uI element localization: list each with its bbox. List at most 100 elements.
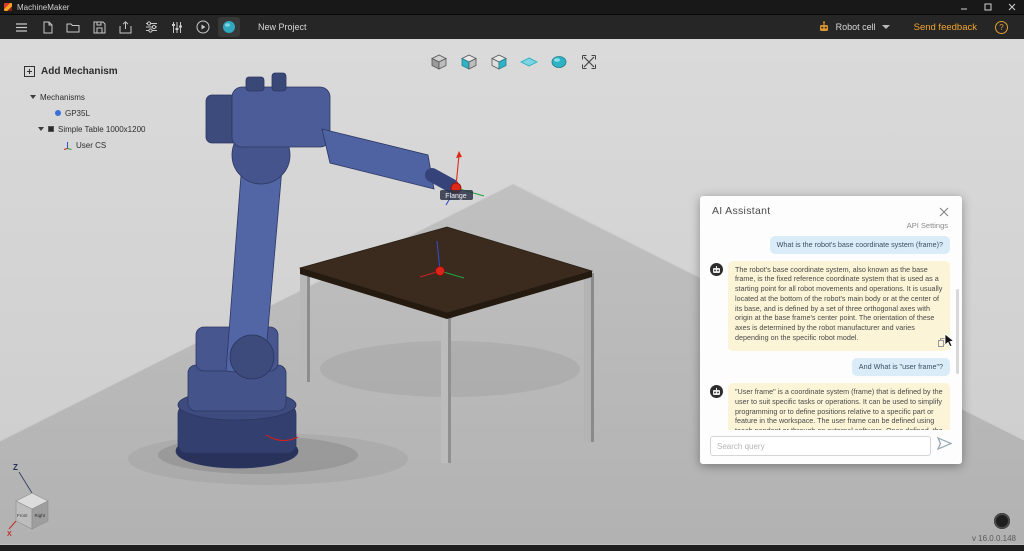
maximize-button[interactable] [976, 0, 1000, 14]
view-3d-button[interactable] [218, 17, 240, 37]
fit-view-button[interactable] [578, 51, 600, 73]
tree-node-robot[interactable]: GP35L [0, 105, 220, 121]
chat-scrollbar[interactable] [956, 289, 959, 374]
assistant-avatar-icon [710, 385, 723, 398]
profile-button[interactable] [994, 513, 1010, 529]
cube-iso-icon [430, 53, 448, 71]
tree-node-table[interactable]: Simple Table 1000x1200 [0, 121, 220, 137]
play-circle-icon [196, 20, 210, 34]
app-window: MachineMaker [0, 0, 1024, 551]
minimize-button[interactable] [952, 0, 976, 14]
sliders-vertical-icon [171, 21, 183, 34]
tree-item-label: Simple Table 1000x1200 [58, 125, 145, 134]
maximize-icon [984, 3, 992, 11]
app-title: MachineMaker [17, 3, 69, 12]
save-icon [93, 21, 106, 34]
send-feedback-link[interactable]: Send feedback [914, 22, 977, 33]
assistant-message-text: "User frame" is a coordinate system (fra… [735, 387, 943, 430]
add-mechanism-label: Add Mechanism [41, 66, 118, 77]
close-icon [1008, 3, 1016, 11]
tree-root-label: Mechanisms [40, 93, 85, 102]
side-view-button[interactable] [488, 51, 510, 73]
menu-button[interactable] [10, 17, 32, 37]
close-icon [938, 206, 950, 218]
caret-down-icon[interactable] [38, 127, 44, 131]
save-button[interactable] [88, 17, 110, 37]
chat-message-assistant: "User frame" is a coordinate system (fra… [710, 383, 950, 430]
chat-message-user: What is the robot's base coordinate syst… [710, 236, 950, 254]
perspective-button[interactable] [548, 51, 570, 73]
assistant-message-bubble: "User frame" is a coordinate system (fra… [728, 383, 950, 430]
caret-down-icon[interactable] [30, 95, 36, 99]
sphere-view-icon [550, 53, 568, 71]
cube-front-icon [460, 53, 478, 71]
api-settings-link[interactable]: API Settings [700, 219, 962, 234]
minimize-icon [960, 3, 968, 11]
tune-button[interactable] [140, 17, 162, 37]
titlebar: MachineMaker [0, 0, 1024, 14]
ai-close-button[interactable] [938, 205, 950, 217]
tree-node-mechanisms[interactable]: Mechanisms [0, 89, 220, 105]
gizmo-x-label: X [7, 531, 12, 536]
user-message-bubble: What is the robot's base coordinate syst… [770, 236, 950, 254]
new-file-button[interactable] [36, 17, 58, 37]
sphere-icon [222, 20, 236, 34]
robot-cell-label: Robot cell [836, 22, 876, 32]
gizmo-z-label: Z [13, 463, 18, 472]
chat-message-assistant: The robot's base coordinate system, also… [710, 261, 950, 352]
ai-panel-title: AI Assistant [712, 205, 770, 217]
mechanism-panel: Add Mechanism Mechanisms GP35L Simple Ta… [0, 63, 220, 153]
chat-message-list[interactable]: What is the robot's base coordinate syst… [700, 234, 962, 430]
new-file-icon [41, 21, 54, 34]
simulate-button[interactable] [192, 17, 214, 37]
chat-input-row [710, 436, 952, 456]
plane-icon [520, 53, 538, 71]
table-item-icon [48, 126, 54, 132]
robot-icon [818, 21, 830, 33]
tree-item-label: User CS [76, 141, 106, 150]
open-project-button[interactable] [62, 17, 84, 37]
bottom-strip [0, 545, 1024, 551]
robot-item-icon [55, 110, 61, 116]
version-label: v 16.0.0.148 [972, 534, 1016, 543]
user-message-bubble: And What is "user frame"? [852, 358, 950, 376]
export-button[interactable] [114, 17, 136, 37]
iso-view-button[interactable] [428, 51, 450, 73]
top-view-button[interactable] [518, 51, 540, 73]
assistant-message-bubble: The robot's base coordinate system, also… [728, 261, 950, 352]
orientation-gizmo[interactable]: Z Front Right X [6, 460, 70, 541]
chat-message-user: And What is "user frame"? [710, 358, 950, 376]
project-name: New Project [258, 22, 307, 32]
sliders-icon [145, 21, 158, 33]
ai-assistant-panel: AI Assistant API Settings What is the ro… [700, 196, 962, 464]
expand-arrows-icon [580, 53, 598, 71]
gizmo-right-label: Right [35, 513, 46, 518]
mouse-cursor [944, 333, 955, 348]
export-icon [119, 21, 132, 34]
hamburger-icon [15, 22, 28, 33]
viewport: Flange Add Mechanism Mechanisms GP35L [0, 39, 1024, 545]
folder-icon [66, 21, 80, 33]
flange-label: Flange [445, 193, 467, 200]
front-view-button[interactable] [458, 51, 480, 73]
assistant-message-text: The robot's base coordinate system, also… [735, 265, 942, 342]
tree-node-user-cs[interactable]: User CS [0, 137, 220, 153]
coordinate-system-icon [63, 141, 72, 150]
close-button[interactable] [1000, 0, 1024, 14]
chat-input[interactable] [710, 436, 931, 456]
send-icon [937, 437, 952, 450]
add-mechanism-button[interactable]: Add Mechanism [0, 63, 220, 79]
tree-item-label: GP35L [65, 109, 90, 118]
gizmo-front-label: Front [17, 513, 28, 518]
chevron-down-icon [882, 25, 890, 29]
help-button[interactable]: ? [995, 21, 1008, 34]
assistant-avatar-icon [710, 263, 723, 276]
app-logo-icon [4, 3, 12, 11]
robot-cell-dropdown[interactable]: Robot cell [812, 19, 896, 35]
send-button[interactable] [937, 437, 952, 455]
add-square-icon [24, 66, 35, 77]
view-toolbar [428, 51, 600, 73]
mechanism-tree: Mechanisms GP35L Simple Table 1000x1200 … [0, 89, 220, 153]
main-toolbar: New Project Robot cell Send feedback ? [0, 14, 1024, 39]
settings-button[interactable] [166, 17, 188, 37]
